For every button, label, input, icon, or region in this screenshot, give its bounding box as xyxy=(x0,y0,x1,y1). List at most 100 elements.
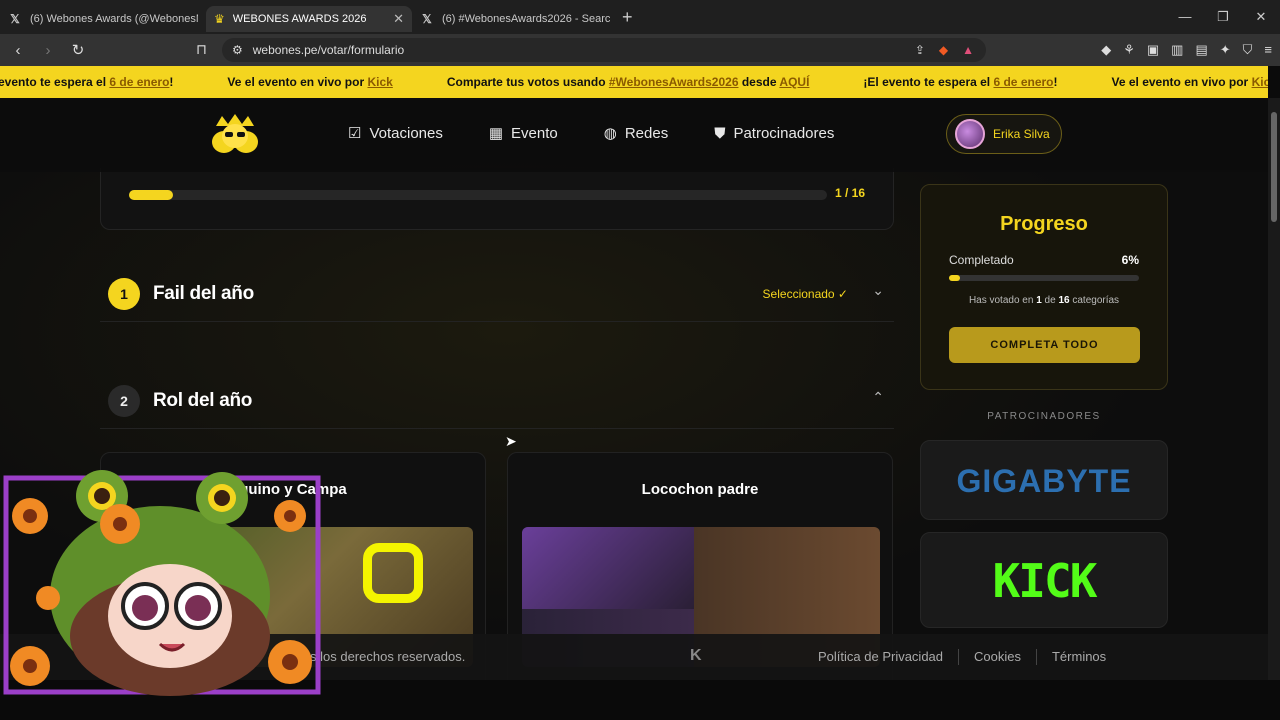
url-field[interactable]: ⚙ webones.pe/votar/formulario ⇪ ◆ ▲ xyxy=(222,38,986,62)
ticker-item: Ve el evento en vivo por Kick xyxy=(1112,75,1269,89)
vote-count-note: Has votado en 1 de 16 categorías xyxy=(921,295,1167,306)
note-text: de xyxy=(1041,295,1059,306)
nominee-name: Locochon padre xyxy=(641,481,759,498)
ticker-link[interactable]: AQUÍ xyxy=(779,75,809,89)
nav-item-redes[interactable]: ◍ Redes xyxy=(604,124,669,143)
tab-title: (6) #WebonesAwards2026 - Search / xyxy=(442,13,610,25)
leo-ai-icon[interactable]: ✦ xyxy=(1220,42,1231,58)
ticker-item: ¡El evento te espera el 6 de enero! xyxy=(863,75,1057,89)
nav-label: Votaciones xyxy=(369,124,443,142)
ticker-text: desde xyxy=(738,75,780,89)
handshake-icon: ⛊ xyxy=(714,124,726,142)
site-info-icon[interactable]: ⚙ xyxy=(232,43,243,57)
divider xyxy=(958,649,960,665)
extensions-toolbar: ◆ ⚘ ▣ ▥ ▤ ✦ ⛉ ≡ xyxy=(1101,42,1272,58)
cookies-link[interactable]: Cookies xyxy=(974,649,1021,665)
footer-links: Política de Privacidad Cookies Términos xyxy=(818,649,1106,665)
extensions-icon[interactable]: ⚘ xyxy=(1123,42,1135,58)
ticker-link[interactable]: Kick xyxy=(1252,75,1268,89)
browser-tab-search[interactable]: 𝕏 (6) #WebonesAwards2026 - Search / xyxy=(412,6,618,32)
close-tab-icon[interactable]: ✕ xyxy=(393,11,404,27)
webones-logo[interactable] xyxy=(208,112,262,156)
ticker-link[interactable]: Kick xyxy=(367,75,392,89)
site-header: ☑ Votaciones ▦ Evento ◍ Redes ⛊ Patrocinador… xyxy=(0,98,1268,172)
vtuber-overlay xyxy=(3,470,321,696)
ticker-link[interactable]: 6 de enero xyxy=(993,75,1053,89)
wallet-extension-icon[interactable]: ◆ xyxy=(1101,42,1111,58)
back-icon[interactable]: ‹ xyxy=(6,42,30,59)
browser-tab-webones-x[interactable]: 𝕏 (6) Webones Awards (@WebonesMC xyxy=(0,6,206,32)
category-number: 1 xyxy=(108,278,140,310)
mouse-cursor: ➤ xyxy=(505,433,517,449)
share-icon[interactable]: ⇪ xyxy=(915,43,925,57)
sidebar-icon[interactable]: ▥ xyxy=(1171,42,1183,58)
nav-item-evento[interactable]: ▦ Evento xyxy=(489,124,558,143)
progress-title: Progreso xyxy=(1000,213,1088,235)
minimize-icon[interactable]: — xyxy=(1166,0,1204,34)
page-scrollbar[interactable] xyxy=(1268,98,1280,680)
announcement-ticker: evento te espera el 6 de enero! Ve el ev… xyxy=(0,66,1268,98)
user-menu-button[interactable]: Erika Silva xyxy=(946,114,1062,154)
completed-bar-fill xyxy=(949,275,961,281)
complete-all-button[interactable]: COMPLETA TODO xyxy=(949,327,1140,363)
chevron-up-icon[interactable]: ⌃ xyxy=(872,389,884,406)
rewards-icon[interactable]: ▲ xyxy=(962,43,974,57)
note-total: 16 xyxy=(1058,295,1070,306)
ticker-link[interactable]: 6 de enero xyxy=(109,75,169,89)
privacy-link[interactable]: Política de Privacidad xyxy=(818,649,943,665)
sponsor-kick[interactable]: KICK xyxy=(920,532,1168,628)
x-logo-icon: 𝕏 xyxy=(422,12,432,26)
close-window-icon[interactable]: ✕ xyxy=(1242,0,1280,34)
note-text: categorías xyxy=(1069,295,1120,306)
nav-item-patrocinadores[interactable]: ⛊ Patrocinadores xyxy=(714,124,834,142)
ticker-text: ! xyxy=(1053,75,1058,89)
ticker-link[interactable]: #WebonesAwards2026 xyxy=(609,75,739,89)
bookmark-icon[interactable]: ⊓ xyxy=(196,41,207,58)
url-text: webones.pe/votar/formulario xyxy=(252,43,405,57)
category-number: 2 xyxy=(108,385,140,417)
completed-row: Completado 6% xyxy=(949,253,1139,267)
completed-bar xyxy=(949,275,1139,281)
vpn-icon[interactable]: ⛉ xyxy=(1243,42,1253,58)
scrollbar-thumb[interactable] xyxy=(1271,112,1277,222)
address-bar: ‹ › ↻ ⊓ ⚙ webones.pe/votar/formulario ⇪ … xyxy=(0,34,1280,66)
ticker-text: ! xyxy=(169,75,174,89)
selected-status: Seleccionado ✓ xyxy=(762,287,848,301)
sponsor-gigabyte[interactable]: GIGABYTE xyxy=(920,440,1168,520)
chevron-down-icon[interactable]: ⌄ xyxy=(872,282,884,299)
completed-label: Completado xyxy=(949,253,1014,267)
nav-label: Redes xyxy=(624,124,669,142)
category-rol-del-ano[interactable]: 2 Rol del año ⌃ xyxy=(100,375,894,429)
wallet-icon[interactable]: ▤ xyxy=(1195,42,1207,58)
browser-tab-webones-awards[interactable]: ♛ WEBONES AWARDS 2026 ✕ xyxy=(206,6,412,32)
forward-icon[interactable]: › xyxy=(36,42,60,59)
terms-link[interactable]: Términos xyxy=(1052,649,1106,665)
window-controls: — ❐ ✕ xyxy=(1166,0,1280,34)
progress-card: 1 / 16 xyxy=(100,168,894,230)
ticker-text: ¡El evento te espera el xyxy=(863,75,994,89)
progress-bar xyxy=(129,190,827,200)
main-nav: ☑ Votaciones ▦ Evento ◍ Redes ⛊ Patrocinador… xyxy=(348,124,834,143)
ticker-item: Ve el evento en vivo por Kick xyxy=(227,75,392,89)
screenshot-icon[interactable]: ▣ xyxy=(1147,42,1159,58)
brave-shield-icon[interactable]: ◆ xyxy=(939,43,948,57)
ticker-text: evento te espera el xyxy=(0,75,110,89)
kick-logo-icon[interactable]: K xyxy=(690,647,702,665)
category-title: Fail del año xyxy=(153,283,254,304)
menu-icon[interactable]: ≡ xyxy=(1264,42,1272,58)
tab-title: (6) Webones Awards (@WebonesMC xyxy=(30,13,198,25)
progress-panel: Progreso Completado 6% Has votado en 1 d… xyxy=(920,184,1168,390)
restore-icon[interactable]: ❐ xyxy=(1204,0,1242,34)
pixel-ring-icon xyxy=(363,543,423,603)
sponsors-label: PATROCINADORES xyxy=(987,411,1101,422)
reload-icon[interactable]: ↻ xyxy=(66,41,90,59)
new-tab-button[interactable]: + xyxy=(622,7,633,28)
url-actions: ⇪ ◆ ▲ xyxy=(915,43,974,57)
category-fail-del-ano[interactable]: 1 Fail del año Seleccionado ✓ ⌄ xyxy=(100,268,894,322)
ticker-text: Ve el evento en vivo por xyxy=(227,75,368,89)
progress-count: 1 / 16 xyxy=(834,186,865,200)
completed-value: 6% xyxy=(1121,253,1139,267)
ticker-text: Ve el evento en vivo por xyxy=(1111,75,1252,89)
nav-item-votaciones[interactable]: ☑ Votaciones xyxy=(348,124,443,143)
copyright-text: s los derechos reservados. xyxy=(310,649,466,664)
